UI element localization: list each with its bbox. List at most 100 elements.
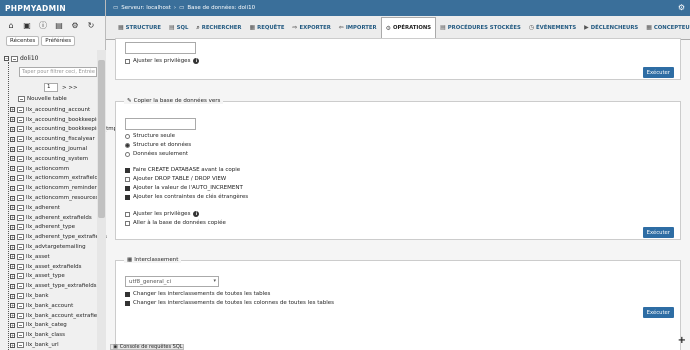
- expand-icon[interactable]: +: [10, 107, 15, 113]
- breadcrumb-server[interactable]: Serveur: localhost: [121, 5, 171, 11]
- check-create-database[interactable]: Faire CREATE DATABASE avant la copie: [125, 167, 240, 173]
- expand-icon[interactable]: +: [10, 185, 15, 191]
- radio-structure-data[interactable]: Structure et données: [125, 142, 191, 148]
- checkbox[interactable]: [125, 220, 130, 226]
- tab-requ-te[interactable]: ▦ REQUÊTE: [245, 17, 288, 39]
- expand-icon[interactable]: +: [10, 322, 15, 328]
- table-name[interactable]: llx_bank_account_extrafields: [26, 313, 105, 319]
- expand-icon[interactable]: +: [10, 215, 15, 221]
- info-icon[interactable]: ⓘ: [38, 20, 48, 30]
- expand-icon[interactable]: +: [10, 264, 15, 270]
- tab-importer[interactable]: ⇦ IMPORTER: [335, 17, 381, 39]
- collation-select[interactable]: utf8_general_ci ▾: [125, 276, 219, 287]
- table-name[interactable]: llx_actioncomm_extrafields: [26, 175, 101, 181]
- table-name[interactable]: llx_bank_account: [26, 303, 73, 309]
- expand-icon[interactable]: +: [10, 342, 15, 348]
- home-icon[interactable]: ⌂: [6, 20, 16, 30]
- next-page-link[interactable]: > >>: [62, 85, 78, 91]
- plus-icon[interactable]: +: [678, 335, 686, 346]
- table-name[interactable]: llx_bank_class: [26, 332, 65, 338]
- expand-icon[interactable]: +: [10, 175, 15, 181]
- tab-exporter[interactable]: ⇨ EXPORTER: [289, 17, 335, 39]
- check-change-tables-collation[interactable]: Changer les interclassements de toutes l…: [125, 291, 270, 297]
- copy-database-input[interactable]: [125, 118, 196, 130]
- expand-icon[interactable]: +: [10, 303, 15, 309]
- table-name[interactable]: llx_accounting_fiscalyear: [26, 136, 95, 142]
- table-name[interactable]: llx_accounting_bookkeeping: [26, 117, 103, 123]
- expand-icon[interactable]: +: [10, 244, 15, 250]
- tab-favorites[interactable]: Préférées: [41, 36, 76, 46]
- table-name[interactable]: llx_accounting_system: [26, 156, 88, 162]
- checkbox[interactable]: [125, 167, 130, 173]
- table-name[interactable]: llx_asset_extrafields: [26, 264, 82, 270]
- expand-icon[interactable]: +: [10, 205, 15, 211]
- logo[interactable]: PHPMYADMIN: [0, 0, 105, 16]
- radio-button[interactable]: [125, 133, 130, 139]
- check-change-columns-collation[interactable]: Changer les interclassements de toutes l…: [125, 300, 334, 306]
- expand-icon[interactable]: +: [10, 283, 15, 289]
- table-name[interactable]: llx_actioncomm_reminder: [26, 185, 97, 191]
- execute-button[interactable]: Exécuter: [642, 67, 674, 78]
- table-name[interactable]: llx_actioncomm: [26, 166, 69, 172]
- collapse-icon[interactable]: −: [4, 56, 9, 61]
- check-auto-increment[interactable]: Ajouter la valeur de l'AUTO_INCREMENT: [125, 185, 243, 191]
- database-node[interactable]: − doli10: [4, 55, 38, 62]
- radio-data-only[interactable]: Données seulement: [125, 151, 188, 157]
- expand-icon[interactable]: +: [10, 166, 15, 172]
- table-name[interactable]: llx_accounting_account: [26, 107, 90, 113]
- reload-icon[interactable]: ↻: [86, 20, 96, 30]
- checkbox[interactable]: [125, 211, 130, 217]
- checkbox[interactable]: [125, 291, 130, 297]
- rename-adjust-privileges[interactable]: Ajuster les privilèges i: [125, 58, 200, 64]
- checkbox[interactable]: [125, 300, 130, 306]
- radio-button[interactable]: [125, 142, 130, 148]
- checkbox[interactable]: [125, 176, 130, 182]
- checkbox[interactable]: [125, 194, 130, 200]
- tab-sql[interactable]: ▤ SQL: [165, 17, 192, 39]
- breadcrumb-database[interactable]: Base de données: doli10: [187, 5, 255, 11]
- check-adjust-privileges[interactable]: Ajuster les privilèges i: [125, 211, 200, 217]
- expand-icon[interactable]: +: [10, 195, 15, 201]
- settings-icon[interactable]: ⚙: [70, 20, 80, 30]
- expand-icon[interactable]: +: [10, 313, 15, 319]
- tab-d-clencheurs[interactable]: ▶ DÉCLENCHEURS: [580, 17, 642, 39]
- checkbox[interactable]: [125, 58, 130, 64]
- table-name[interactable]: llx_asset_type_extrafields: [26, 283, 97, 289]
- execute-button[interactable]: Exécuter: [642, 307, 674, 318]
- table-name[interactable]: llx_adherent_extrafields: [26, 215, 92, 221]
- new-table-link[interactable]: Nouvelle table: [18, 96, 67, 102]
- page-select[interactable]: 1: [44, 83, 58, 92]
- checkbox[interactable]: [125, 185, 130, 191]
- table-name[interactable]: llx_bank_categ: [26, 322, 67, 328]
- expand-icon[interactable]: +: [10, 156, 15, 162]
- table-name[interactable]: llx_adherent_type_extrafields: [26, 234, 107, 240]
- rename-database-input[interactable]: [125, 42, 196, 54]
- table-filter-input[interactable]: Taper pour filtrer ceci, Entrée pour: [19, 67, 97, 77]
- table-name[interactable]: llx_asset_type: [26, 273, 65, 279]
- expand-icon[interactable]: +: [10, 332, 15, 338]
- expand-icon[interactable]: +: [10, 136, 15, 142]
- execute-button[interactable]: Exécuter: [642, 227, 674, 238]
- expand-icon[interactable]: +: [10, 224, 15, 230]
- check-drop-table[interactable]: Ajouter DROP TABLE / DROP VIEW: [125, 176, 226, 182]
- table-name[interactable]: llx_bank: [26, 293, 49, 299]
- expand-icon[interactable]: +: [10, 234, 15, 240]
- expand-icon[interactable]: +: [10, 273, 15, 279]
- table-name[interactable]: llx_advtargetemailing: [26, 244, 86, 250]
- table-name[interactable]: llx_actioncomm_resources: [26, 195, 99, 201]
- radio-button[interactable]: [125, 151, 130, 157]
- tab--v-nements[interactable]: ◷ ÉVÉNEMENTS: [525, 17, 580, 39]
- sql-console-bar[interactable]: ▣ Console de requêtes SQL: [110, 344, 184, 350]
- expand-icon[interactable]: +: [10, 117, 15, 123]
- docs-icon[interactable]: ▤: [54, 20, 64, 30]
- table-name[interactable]: llx_asset: [26, 254, 50, 260]
- table-name[interactable]: llx_adherent: [26, 205, 60, 211]
- table-name[interactable]: llx_bank_url: [26, 342, 59, 348]
- tab-recent[interactable]: Récentes: [6, 36, 40, 46]
- expand-icon[interactable]: +: [10, 146, 15, 152]
- tab-concepteur[interactable]: ▦ CONCEPTEUR: [642, 17, 690, 39]
- database-name[interactable]: doli10: [20, 55, 38, 62]
- expand-icon[interactable]: +: [10, 126, 15, 132]
- table-name[interactable]: llx_adherent_type: [26, 224, 75, 230]
- tab-proc-dures-stock-es[interactable]: ▤ PROCÉDURES STOCKÉES: [436, 17, 525, 39]
